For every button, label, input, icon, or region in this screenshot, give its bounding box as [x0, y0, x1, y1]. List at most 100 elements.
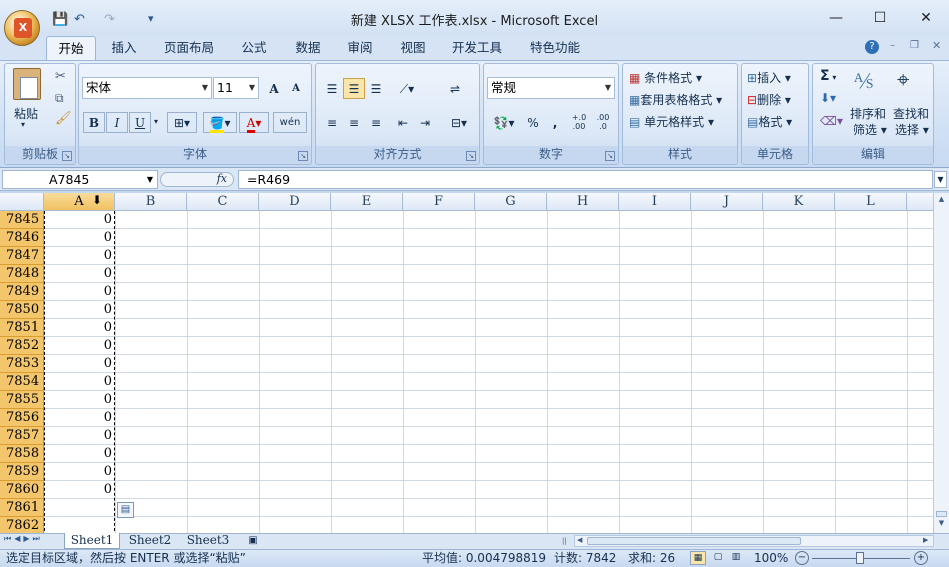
zoom-in-icon[interactable]: +	[914, 551, 928, 565]
help-icon[interactable]: ?	[865, 40, 879, 54]
row-header[interactable]: 7857	[0, 427, 44, 445]
minimize-button[interactable]: —	[822, 10, 850, 28]
column-header[interactable]: L	[835, 193, 907, 211]
alignment-launcher-icon[interactable]: ↘	[466, 151, 476, 161]
column-header[interactable]: I	[619, 193, 691, 211]
sort-filter-icon[interactable]: ⅍	[854, 68, 873, 94]
align-center-icon[interactable]: ≡	[343, 112, 365, 133]
scroll-down-icon[interactable]: ▼	[935, 519, 948, 529]
borders-icon[interactable]: ⊞▾	[167, 112, 197, 133]
align-left-icon[interactable]: ≡	[321, 112, 343, 133]
zoom-slider-thumb[interactable]	[856, 552, 864, 564]
row-header[interactable]: 7846	[0, 229, 44, 247]
orientation-icon[interactable]: ⟋▾	[392, 78, 422, 99]
row-header[interactable]: 7861	[0, 499, 44, 517]
zoom-level[interactable]: 100%	[754, 550, 788, 567]
hscroll-thumb[interactable]	[587, 537, 801, 545]
row-header[interactable]: 7851	[0, 319, 44, 337]
align-top-icon[interactable]: ☰	[321, 78, 343, 99]
column-header[interactable]: J	[691, 193, 763, 211]
chevron-down-icon[interactable]: ▼	[147, 171, 153, 188]
column-header[interactable]	[907, 193, 933, 211]
find-select-button[interactable]: 查找和	[893, 105, 929, 122]
decrease-decimal-button[interactable]: .00 .0	[592, 112, 614, 133]
zoom-out-icon[interactable]: −	[795, 551, 809, 565]
fill-color-icon[interactable]: 🪣▾	[203, 112, 237, 133]
shrink-font-button[interactable]: A	[285, 78, 307, 99]
italic-button[interactable]: I	[106, 112, 128, 133]
close-button[interactable]: ✕	[912, 10, 940, 28]
sheet-tab[interactable]: Sheet1	[64, 533, 120, 549]
column-header[interactable]: D	[259, 193, 331, 211]
accounting-icon[interactable]: 💱▾	[488, 112, 520, 133]
column-header[interactable]: E	[331, 193, 403, 211]
formula-input[interactable]: =R469	[238, 170, 933, 189]
row-header[interactable]: 7853	[0, 355, 44, 373]
row-header[interactable]: 7847	[0, 247, 44, 265]
delete-cells-button[interactable]: ⊟删除 ▾	[747, 91, 791, 108]
autosum-button[interactable]: Σ ▾	[820, 68, 836, 84]
hscroll-split-icon[interactable]: ||	[562, 534, 572, 548]
fill-icon[interactable]: ⬇▾	[820, 91, 836, 105]
clear-icon[interactable]: ⌫▾	[820, 114, 843, 128]
vertical-scrollbar[interactable]: ▲ ▼	[933, 193, 949, 533]
paste-dropdown-icon[interactable]: ▾	[21, 120, 25, 129]
format-as-table-button[interactable]: ▦套用表格格式 ▾	[629, 91, 722, 108]
clipboard-launcher-icon[interactable]: ↘	[62, 151, 72, 161]
tab-page-layout[interactable]: 页面布局	[156, 36, 222, 60]
worksheet-grid[interactable]: A ⬇ B C D E F G H I J K L 7845 0 7846 0 7…	[0, 193, 933, 533]
conditional-format-button[interactable]: ▦ 条件格式 ▾	[629, 69, 702, 86]
maximize-button[interactable]: ☐	[866, 10, 894, 28]
cell-styles-button[interactable]: ▤ 单元格样式 ▾	[629, 113, 714, 130]
comma-button[interactable]: ,	[544, 112, 566, 133]
format-painter-icon[interactable]: 🖌	[55, 111, 72, 126]
row-header[interactable]: 7860	[0, 481, 44, 499]
increase-decimal-button[interactable]: +.0 .00	[568, 112, 590, 133]
column-header[interactable]: H	[547, 193, 619, 211]
percent-button[interactable]: %	[522, 112, 544, 133]
column-header[interactable]: B	[115, 193, 187, 211]
scroll-left-icon[interactable]: ◀	[577, 536, 582, 544]
align-bottom-icon[interactable]: ☰	[365, 78, 387, 99]
copy-icon[interactable]: ⧉	[55, 91, 64, 106]
row-header[interactable]: 7845	[0, 211, 44, 229]
find-select-label[interactable]: 选择 ▾	[895, 121, 929, 138]
tab-home[interactable]: 开始	[46, 36, 96, 60]
insert-cells-button[interactable]: ⊞插入 ▾	[747, 69, 791, 86]
tab-developer[interactable]: 开发工具	[444, 36, 510, 60]
chevron-down-icon[interactable]: ▾	[154, 117, 158, 126]
column-header[interactable]: G	[475, 193, 547, 211]
wrap-text-icon[interactable]: ⇌	[444, 78, 466, 99]
row-header[interactable]: 7854	[0, 373, 44, 391]
sheet-tab[interactable]: Sheet3	[180, 533, 236, 549]
column-header[interactable]: F	[403, 193, 475, 211]
row-header[interactable]: 7862	[0, 517, 44, 533]
align-middle-icon[interactable]: ☰	[343, 78, 365, 99]
font-size-combo[interactable]: 11 ▼	[213, 77, 259, 99]
phonetic-button[interactable]: wén	[273, 112, 307, 133]
page-layout-view-icon[interactable]: ▢	[710, 551, 726, 565]
column-header[interactable]: A ⬇	[44, 193, 115, 211]
sheet-nav-icon[interactable]: ⏮◀▶⏭	[4, 534, 43, 544]
insert-function-icon[interactable]: fx	[217, 172, 227, 185]
select-all-corner[interactable]	[0, 193, 44, 211]
increase-indent-icon[interactable]: ⇥	[414, 112, 436, 133]
scroll-thumb[interactable]	[936, 511, 947, 517]
tab-data[interactable]: 数据	[284, 36, 332, 60]
ribbon-minimize-icon[interactable]: –	[890, 40, 895, 51]
format-cells-button[interactable]: ▤格式 ▾	[747, 113, 792, 130]
sort-filter-button[interactable]: 排序和	[850, 105, 886, 122]
name-box[interactable]: A7845 ▼	[2, 170, 158, 189]
row-header[interactable]: 7859	[0, 463, 44, 481]
row-header[interactable]: 7848	[0, 265, 44, 283]
column-header[interactable]: K	[763, 193, 835, 211]
sheet-tab[interactable]: Sheet2	[122, 533, 178, 549]
number-format-combo[interactable]: 常规 ▼	[487, 77, 615, 99]
tab-special[interactable]: 特色功能	[522, 36, 588, 60]
paste-options-icon[interactable]: ▤	[117, 502, 134, 518]
row-header[interactable]: 7849	[0, 283, 44, 301]
cut-icon[interactable]: ✂	[55, 69, 66, 84]
tab-formulas[interactable]: 公式	[230, 36, 278, 60]
paste-button[interactable]: 粘贴	[14, 105, 38, 122]
font-launcher-icon[interactable]: ↘	[298, 151, 308, 161]
